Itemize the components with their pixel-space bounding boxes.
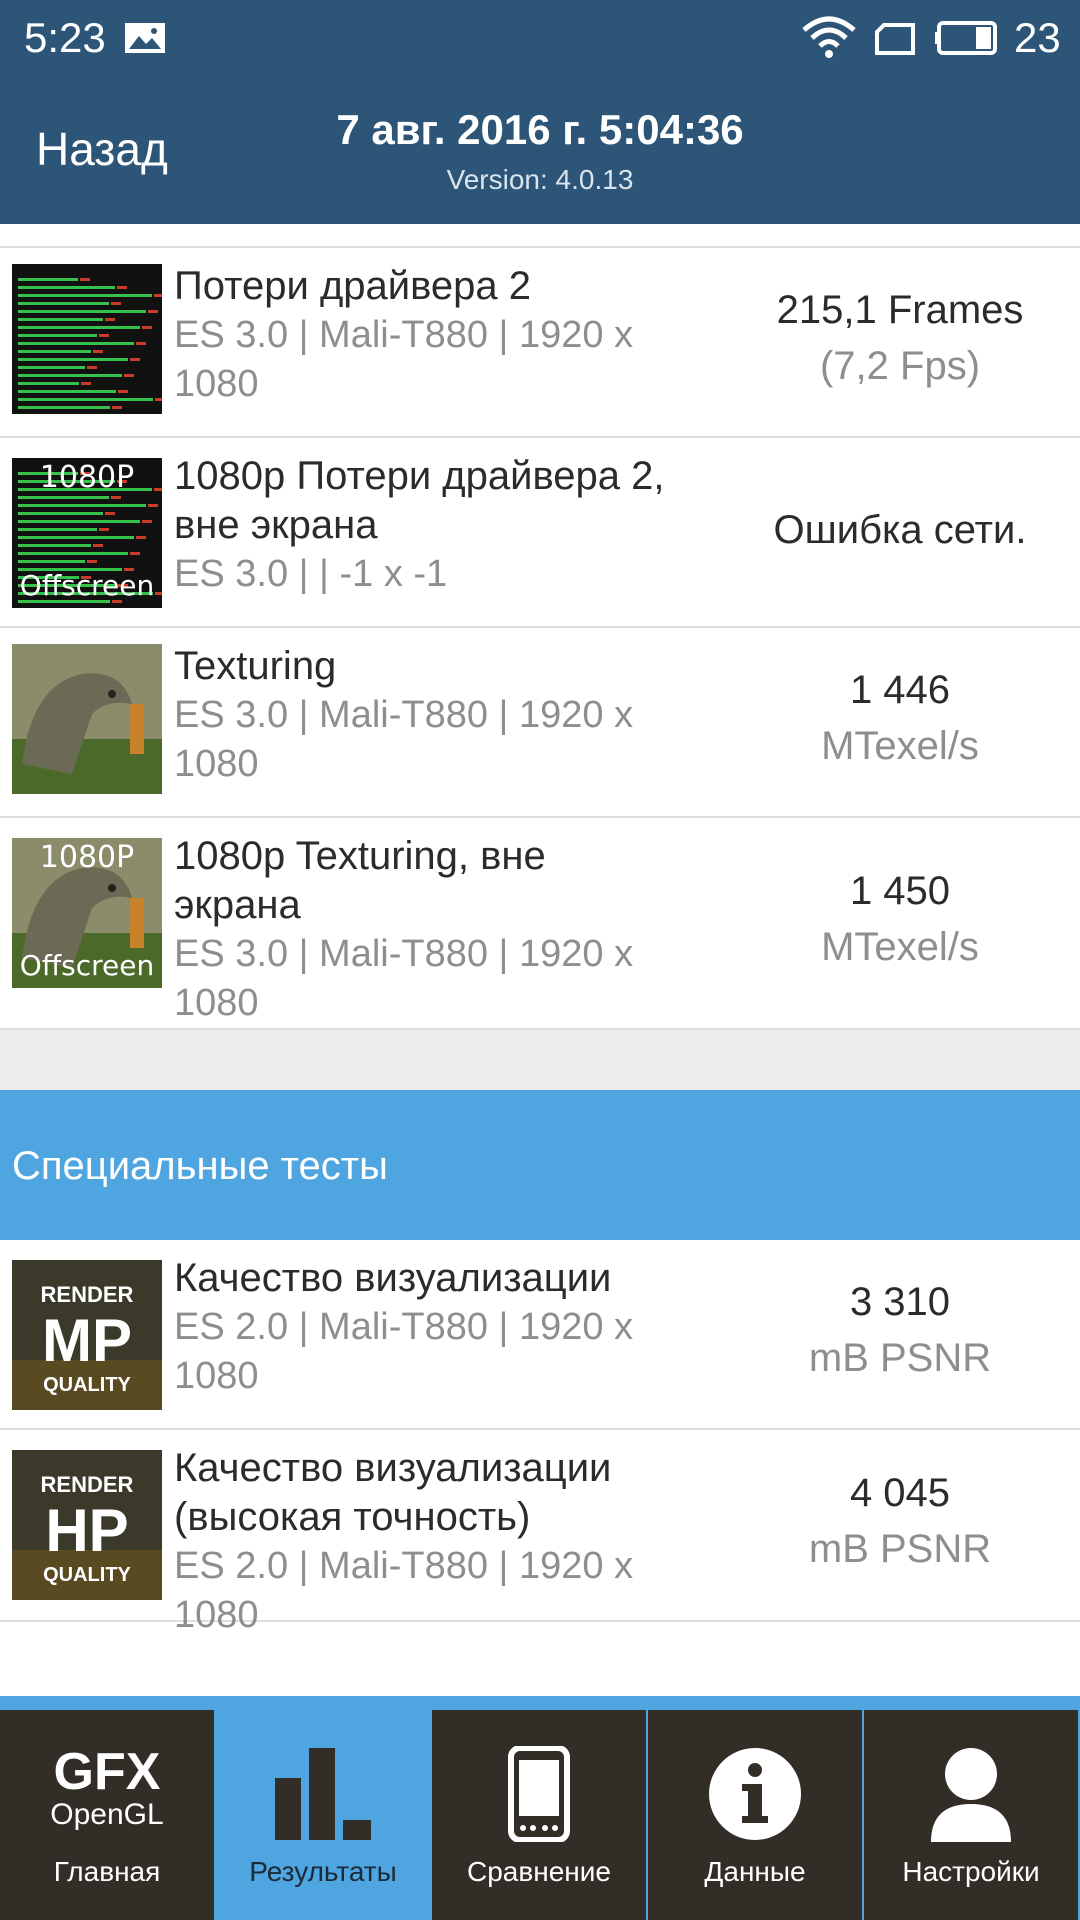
nav-label: Результаты	[249, 1856, 397, 1887]
page-title: 7 авг. 2016 г. 5:04:36	[336, 106, 744, 153]
result-row[interactable]: Texturing ES 3.0 | Mali-T880 | 1920 x 1080…	[0, 628, 1080, 818]
status-time: 5:23	[24, 14, 106, 61]
sd-card-icon	[875, 23, 915, 55]
result-info: Качество визуализации (высокая точность) E…	[174, 1444, 694, 1640]
thumbnail-image	[12, 264, 162, 414]
score-value: 1 450	[849, 869, 951, 913]
nav-info[interactable]: Данные	[648, 1710, 862, 1920]
app-header: Назад 7 авг. 2016 г. 5:04:36 Version: 4.…	[0, 78, 1080, 224]
thumbnail-image: RENDER HP QUALITY	[12, 1450, 162, 1600]
divider	[0, 224, 1080, 248]
results-list: Потери драйвера 2 ES 3.0 | Mali-T880 | 19…	[0, 224, 1080, 1636]
test-name: 1080p Texturing, вне	[174, 834, 546, 878]
result-info: Texturing ES 3.0 | Mali-T880 | 1920 x 1080	[174, 642, 694, 789]
gfx-logo-text: GFX	[53, 1743, 161, 1801]
test-details: ES 3.0 | Mali-T880 | 1920 x	[174, 694, 634, 736]
wifi-icon	[802, 16, 856, 58]
bar-chart-icon	[275, 1748, 371, 1840]
result-info: 1080p Texturing, вне экрана ES 3.0 | Mali-…	[174, 832, 694, 1028]
score-value: 215,1 Frames	[776, 288, 1024, 332]
score-value: 3 310	[849, 1280, 951, 1324]
nav-compare[interactable]: Сравнение	[432, 1710, 646, 1920]
thumbnail-image: RENDER MP QUALITY	[12, 1260, 162, 1410]
score-value: 1 446	[849, 668, 951, 712]
thumb-label-top: 1080P	[39, 460, 135, 495]
score-unit: MTexel/s	[821, 925, 979, 969]
thumb-label-mid: HP	[45, 1497, 129, 1564]
test-details: 1080	[174, 1355, 259, 1397]
score-unit: mB PSNR	[808, 1527, 992, 1571]
section-title: Специальные тесты	[12, 1144, 388, 1188]
nav-label: Данные	[704, 1856, 806, 1887]
section-gap	[0, 1030, 1080, 1090]
nav-label: Настройки	[902, 1856, 1040, 1887]
test-details: 1080	[174, 363, 259, 405]
thumb-label-mid: MP	[42, 1307, 132, 1374]
test-name: Качество визуализации	[174, 1446, 612, 1490]
test-details: 1080	[174, 1594, 259, 1636]
phone-icon	[508, 1746, 570, 1842]
result-value: 1 450 MTexel/s	[720, 863, 1080, 975]
score-unit: (7,2 Fps)	[819, 344, 981, 388]
test-details: ES 2.0 | Mali-T880 | 1920 x	[174, 1306, 634, 1348]
result-row[interactable]: Потери драйвера 2 ES 3.0 | Mali-T880 | 19…	[0, 248, 1080, 438]
thumbnail-image: 1080P Offscreen	[12, 458, 162, 608]
nav-settings[interactable]: Настройки	[864, 1710, 1078, 1920]
battery-icon	[935, 21, 997, 55]
gfx-opengl-logo: GFX OpenGL	[7, 1746, 207, 1830]
test-name: экрана	[174, 883, 301, 927]
test-details: ES 3.0 | Mali-T880 | 1920 x	[174, 933, 634, 975]
version-label: Version: 4.0.13	[446, 164, 634, 195]
thumb-label-bottom: Offscreen	[19, 949, 155, 982]
test-name: Texturing	[174, 644, 337, 688]
result-row[interactable]: RENDER MP QUALITY Качество визуализации ES 2…	[0, 1240, 1080, 1430]
test-details: ES 2.0 | Mali-T880 | 1920 x	[174, 1545, 634, 1587]
result-value: Ошибка сети.	[720, 502, 1080, 558]
result-value: 1 446 MTexel/s	[720, 662, 1080, 774]
result-value: 3 310 mB PSNR	[720, 1274, 1080, 1386]
thumbnail-image: 1080P Offscreen	[12, 838, 162, 988]
thumb-label-top: RENDER	[40, 1282, 134, 1307]
thumb-label-bottom: Offscreen	[19, 569, 155, 602]
test-name: (высокая точность)	[174, 1495, 531, 1539]
score-unit: mB PSNR	[808, 1336, 992, 1380]
thumb-label-bottom: QUALITY	[43, 1564, 131, 1586]
result-info: Потери драйвера 2 ES 3.0 | Mali-T880 | 19…	[174, 262, 694, 409]
thumb-label-bottom: QUALITY	[43, 1374, 131, 1396]
nav-home[interactable]: GFX OpenGL Главная	[0, 1710, 214, 1920]
result-info: Качество визуализации ES 2.0 | Mali-T880 …	[174, 1254, 694, 1401]
test-details: 1080	[174, 982, 259, 1024]
nav-label: Главная	[53, 1856, 161, 1887]
nav-label: Сравнение	[467, 1856, 611, 1887]
test-name: Качество визуализации	[174, 1256, 612, 1300]
result-value: 4 045 mB PSNR	[720, 1465, 1080, 1577]
thumbnail-image	[12, 644, 162, 794]
score-unit: MTexel/s	[821, 724, 979, 768]
battery-level: 23	[1014, 14, 1061, 61]
status-bar: 5:23 23	[0, 0, 1080, 78]
test-details: ES 3.0 | Mali-T880 | 1920 x	[174, 314, 634, 356]
opengl-logo-text: OpenGL	[50, 1798, 164, 1831]
result-row[interactable]: RENDER HP QUALITY Качество визуализации (выс…	[0, 1430, 1080, 1636]
test-details: ES 3.0 | | -1 x -1	[174, 553, 448, 595]
test-name: вне экрана	[174, 503, 378, 547]
test-name: Потери драйвера 2	[174, 264, 532, 308]
image-notification-icon	[125, 23, 165, 53]
section-header: Специальные тесты	[0, 1090, 1080, 1240]
nav-results[interactable]: Результаты	[216, 1710, 430, 1920]
user-icon	[931, 1748, 1011, 1842]
thumb-label-top: RENDER	[40, 1472, 134, 1497]
score-value: Ошибка сети.	[773, 508, 1027, 552]
result-row[interactable]: 1080P Offscreen 1080p Потери драйвера 2, вн…	[0, 438, 1080, 628]
test-details: 1080	[174, 743, 259, 785]
info-icon	[709, 1748, 801, 1840]
test-name: 1080p Потери драйвера 2,	[174, 454, 665, 498]
score-value: 4 045	[849, 1471, 951, 1515]
result-value: 215,1 Frames (7,2 Fps)	[720, 282, 1080, 394]
result-info: 1080p Потери драйвера 2, вне экрана ES 3.0…	[174, 452, 694, 599]
thumb-label-top: 1080P	[39, 840, 135, 875]
bottom-navigation: GFX OpenGL Главная Результаты Сравнение …	[0, 1696, 1080, 1920]
result-row[interactable]: 1080P Offscreen 1080p Texturing, вне экрана…	[0, 818, 1080, 1030]
